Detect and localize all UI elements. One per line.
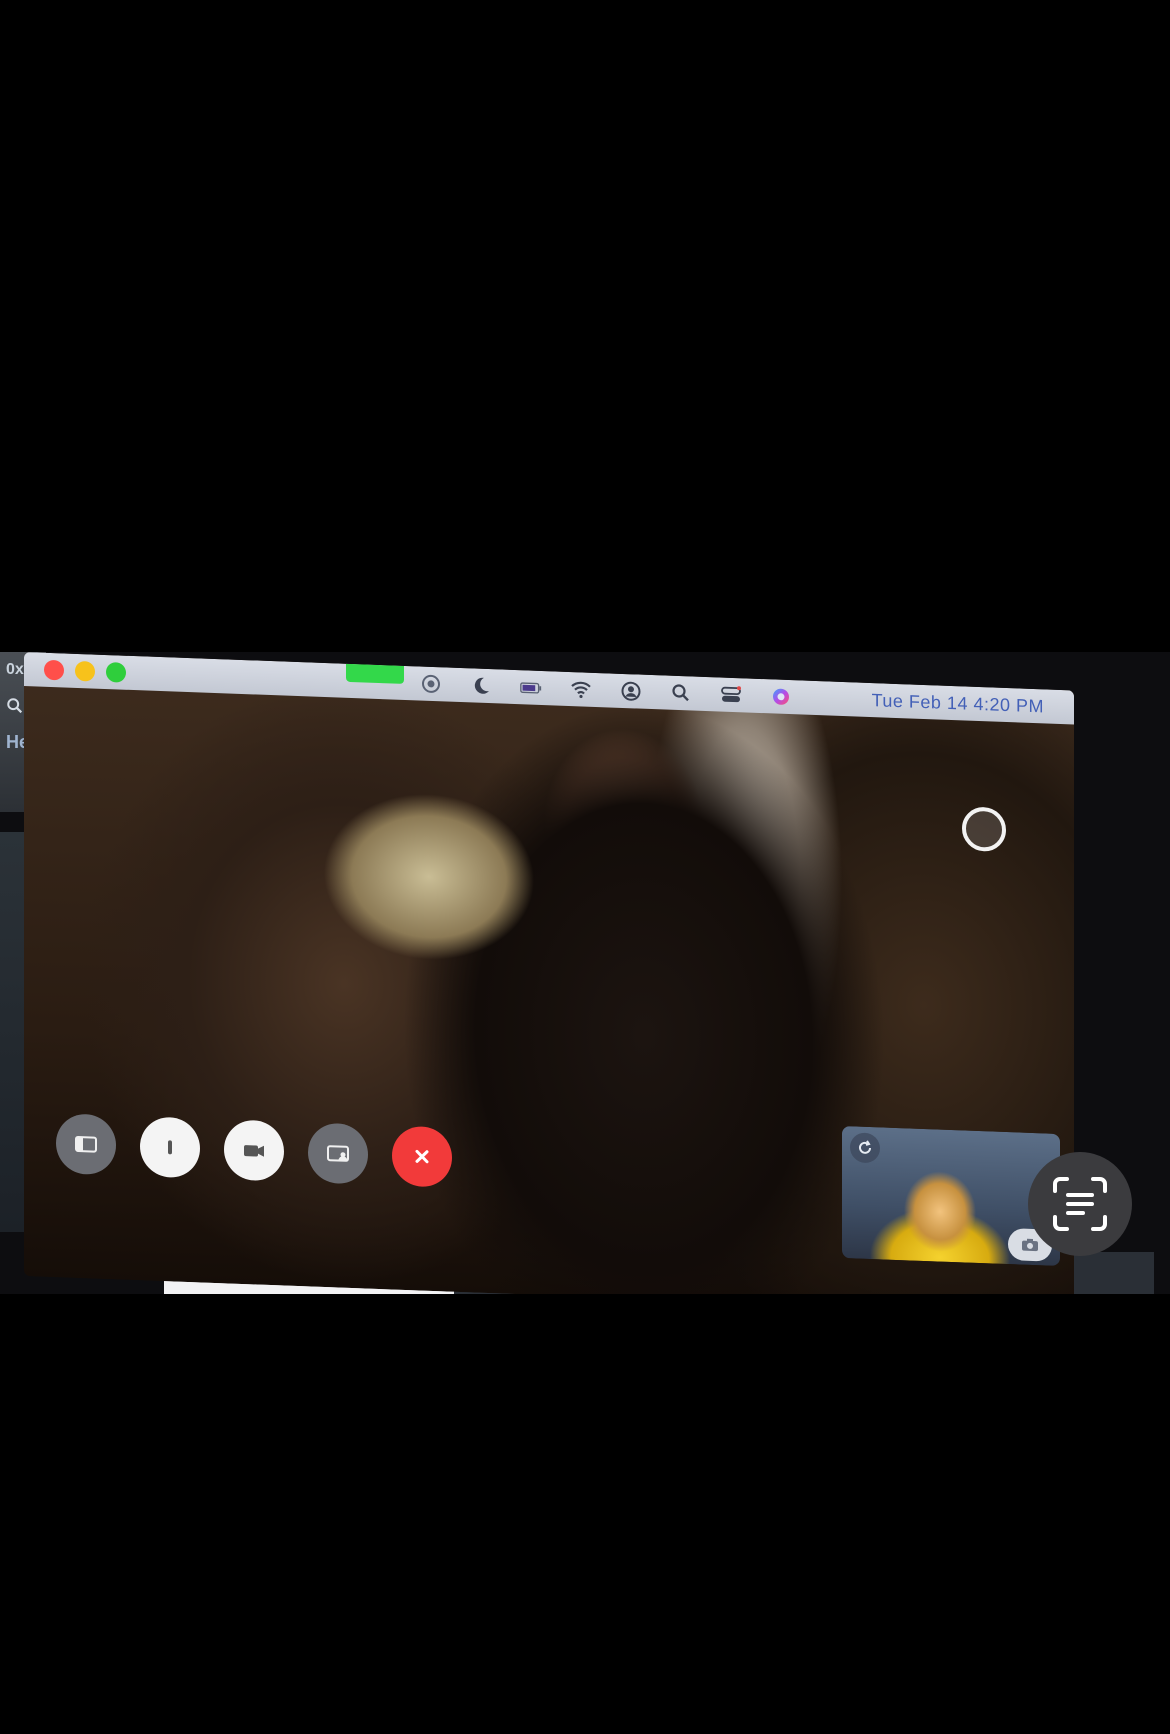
sidebar-icon — [75, 1135, 97, 1153]
sidebar-button[interactable] — [56, 1113, 116, 1176]
end-call-button[interactable] — [392, 1125, 452, 1188]
control-center-icon[interactable] — [718, 683, 744, 706]
video-button[interactable] — [224, 1119, 284, 1182]
user-icon[interactable] — [618, 680, 644, 703]
battery-icon[interactable] — [518, 676, 544, 699]
fullscreen-window-button[interactable] — [106, 662, 126, 683]
mute-icon — [168, 1140, 172, 1155]
rotate-icon[interactable] — [850, 1132, 880, 1164]
video-camera-icon — [244, 1145, 264, 1157]
menu-bar: Tue Feb 14 4:20 PM — [24, 652, 1074, 725]
menu-bar-clock[interactable]: Tue Feb 14 4:20 PM — [872, 690, 1044, 717]
siri-icon[interactable] — [768, 685, 794, 708]
live-text-icon — [1053, 1177, 1107, 1231]
photographed-screen: 0x He Tue Feb 14 4:20 PM — [0, 652, 1170, 1294]
minimize-window-button[interactable] — [75, 660, 95, 682]
close-window-button[interactable] — [44, 659, 64, 681]
status-icons — [418, 672, 794, 708]
mute-button[interactable] — [140, 1116, 200, 1179]
facetime-window: Tue Feb 14 4:20 PM — [24, 652, 1074, 1294]
moon-icon[interactable] — [468, 674, 494, 697]
take-live-photo-button[interactable] — [962, 806, 1006, 853]
self-view-thumbnail[interactable] — [842, 1125, 1060, 1266]
wifi-icon[interactable] — [568, 678, 594, 701]
share-screen-button[interactable] — [308, 1122, 368, 1185]
facetime-active-badge[interactable] — [346, 663, 404, 684]
search-icon[interactable] — [668, 682, 694, 705]
live-text-button[interactable] — [1028, 1152, 1132, 1256]
share-screen-icon — [327, 1145, 349, 1162]
window-controls — [44, 659, 126, 683]
end-call-icon — [415, 1149, 429, 1164]
screen-record-icon[interactable] — [418, 672, 444, 695]
call-controls — [56, 1113, 452, 1188]
